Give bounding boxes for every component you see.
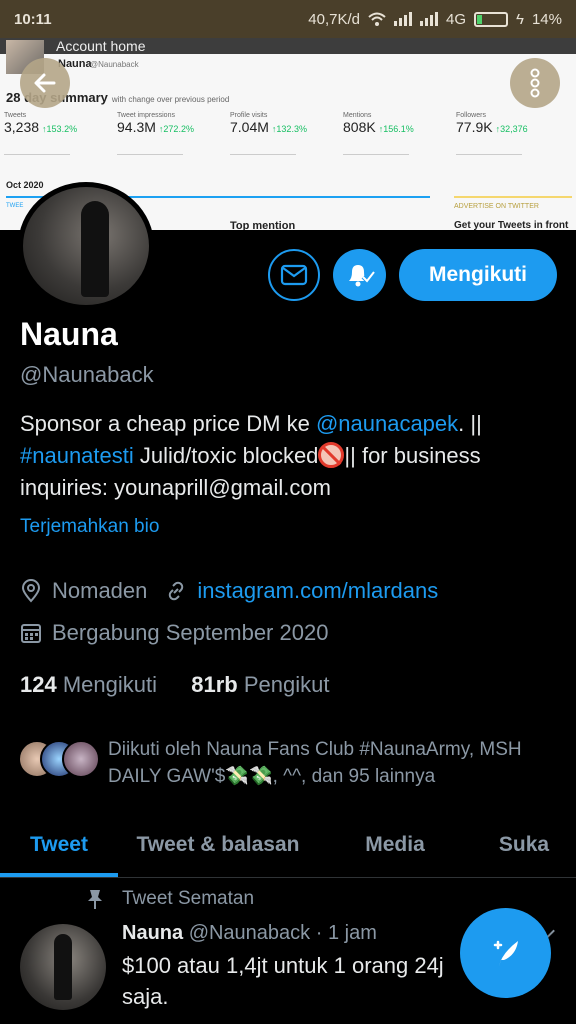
stat-item: Profile visits 7.04M ↑132.3% <box>230 112 343 155</box>
following-button[interactable]: Mengikuti <box>399 249 557 301</box>
stat-item: Followers 77.9K ↑32,376 <box>456 112 569 155</box>
stat-item: Tweet impressions 94.3M ↑272.2% <box>117 112 230 155</box>
avatar <box>62 740 100 778</box>
banner-get-tweets: Get your Tweets in front o <box>454 220 569 230</box>
translate-bio-link[interactable]: Terjemahkan bio <box>20 516 159 538</box>
pin-icon <box>88 890 102 909</box>
signal-icon-2 <box>420 12 438 26</box>
stat-item: Tweets 3,238 ↑153.2% <box>4 112 117 155</box>
network-type: 4G <box>446 10 467 28</box>
tab-tweets-replies[interactable]: Tweet & balasan <box>118 812 318 877</box>
banner-advertise: ADVERTISE ON TWITTER <box>454 203 539 210</box>
tweet-author-name: Nauna <box>122 922 184 944</box>
status-indicators: 40,7K/d 4G ϟ 14% <box>308 11 562 28</box>
banner-title: Account home <box>56 38 146 54</box>
profile-tabs: Tweet Tweet & balasan Media Suka <box>0 812 576 878</box>
battery-icon <box>474 11 509 27</box>
profile-avatar[interactable] <box>18 182 154 310</box>
link-icon <box>169 581 184 601</box>
network-speed: 40,7K/d <box>308 10 360 28</box>
bio-hashtag-link[interactable]: #naunatesti <box>20 443 134 468</box>
back-button[interactable] <box>20 58 70 108</box>
banner-handle: @Naunaback <box>90 60 139 69</box>
profile-joined-date: Bergabung September 2020 <box>52 620 329 645</box>
banner-divider-ad <box>454 196 572 198</box>
mail-icon <box>280 264 308 286</box>
tweet-text: $100 atau 1,4jt untuk 1 orang 24j saja. <box>122 953 444 1009</box>
status-bar: 10:11 40,7K/d 4G ϟ 14% <box>0 0 576 38</box>
more-options-button[interactable] <box>510 58 560 108</box>
tab-tweet[interactable]: Tweet <box>0 812 118 877</box>
profile-bio: Sponsor a cheap price DM ke @naunacapek.… <box>20 411 482 500</box>
bell-icon <box>348 265 375 287</box>
following-count-link[interactable]: 124 Mengikuti <box>20 672 157 697</box>
profile-website-link[interactable]: instagram.com/mlardans <box>197 578 438 604</box>
profile-meta-row: Nomaden instagram.com/mlardans <box>20 578 438 604</box>
profile-location: Nomaden <box>52 578 148 603</box>
tweet-avatar[interactable] <box>20 924 106 1010</box>
wifi-icon <box>368 12 386 26</box>
profile-handle: @Naunaback <box>20 362 154 387</box>
banner-top-mention: Top mention <box>230 220 296 230</box>
followers-count-link[interactable]: 81rb Pengikut <box>191 672 329 697</box>
compose-tweet-button[interactable] <box>460 908 551 998</box>
follow-counts: 124 Mengikuti 81rb Pengikut <box>20 672 329 698</box>
charging-icon: ϟ <box>516 10 524 28</box>
battery-level: 14% <box>531 10 562 28</box>
back-arrow-icon <box>34 73 56 93</box>
tab-media[interactable]: Media <box>318 812 472 877</box>
banner-stats: Tweets 3,238 ↑153.2% Tweet impressions 94.3… <box>4 112 572 155</box>
signal-icon <box>394 12 412 26</box>
tab-likes[interactable]: Suka <box>472 812 576 877</box>
banner-month: Oct 2020 <box>6 180 44 190</box>
calendar-icon <box>21 624 41 643</box>
more-vertical-icon <box>530 68 540 98</box>
followed-by-text: Diikuti oleh Nauna Fans Club #NaunaArmy,… <box>108 739 522 787</box>
notifications-button[interactable] <box>333 249 386 301</box>
tweet-header: Nauna @Naunaback · 1 jam <box>122 922 377 945</box>
stat-item: Mentions 808K ↑156.1% <box>343 112 456 155</box>
message-button[interactable] <box>268 249 320 301</box>
pinned-tweet-label: Tweet Sematan <box>86 888 254 910</box>
profile-joined-row: Bergabung September 2020 <box>20 620 328 646</box>
followed-by-avatars <box>18 736 102 778</box>
status-time: 10:11 <box>14 10 52 28</box>
tweet-handle-time: @Naunaback · 1 jam <box>188 922 377 944</box>
compose-icon <box>493 940 518 966</box>
location-icon <box>21 579 41 603</box>
profile-name: Nauna <box>20 316 118 352</box>
followed-by-row[interactable]: Diikuti oleh Nauna Fans Club #NaunaArmy,… <box>18 736 563 790</box>
banner-tweets-label: TWEE <box>6 203 24 209</box>
bio-mention-link[interactable]: @naunacapek <box>316 411 458 436</box>
prohibited-icon <box>318 442 345 468</box>
